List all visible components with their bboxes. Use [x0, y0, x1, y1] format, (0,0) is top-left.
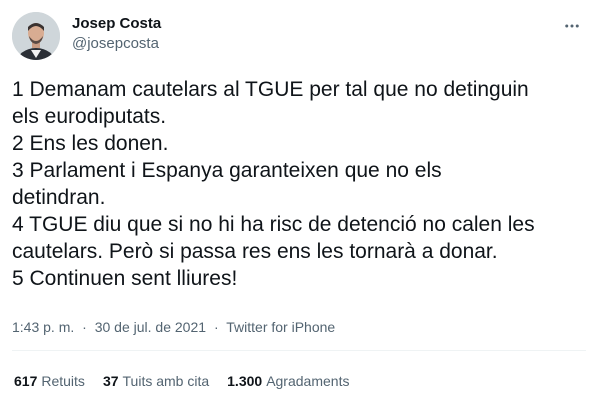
tweet-stats: 617 Retuits 37 Tuits amb cita 1.300 Agradam…	[14, 372, 367, 390]
tweet-time-link[interactable]: 1:43 p. m.	[12, 319, 74, 335]
user-info: Josep Costa @josepcosta	[72, 14, 161, 54]
tweet-date-link[interactable]: 30 de jul. de 2021	[95, 319, 206, 335]
tweet-card: Josep Costa @josepcosta 1 Demanam cautel…	[0, 0, 598, 400]
tweet-text: 1 Demanam cautelars al TGUE per tal que …	[12, 76, 586, 292]
quote-tweets-label: Tuits amb cita	[122, 373, 210, 389]
tweet-text-line: els eurodiputats.	[12, 105, 167, 128]
display-name[interactable]: Josep Costa	[72, 14, 161, 34]
more-horizontal-icon	[565, 24, 579, 28]
tweet-text-line: 5 Continuen sent lliures!	[12, 267, 238, 290]
tweet-text-line: 3 Parlament i Espanya garanteixen que no…	[12, 159, 442, 182]
meta-separator: ·	[213, 319, 219, 335]
tweet-text-line: 2 Ens les donen.	[12, 132, 169, 155]
likes-label: Agradaments	[266, 373, 350, 389]
user-handle[interactable]: @josepcosta	[72, 34, 161, 54]
avatar[interactable]	[12, 12, 60, 60]
retweets-stat[interactable]: 617 Retuits	[14, 372, 85, 390]
tweet-source-link[interactable]: Twitter for iPhone	[226, 319, 335, 335]
more-options-button[interactable]	[560, 14, 584, 38]
tweet-text-line: cautelars. Però si passa res ens les tor…	[12, 240, 498, 263]
divider	[12, 350, 586, 351]
quote-tweets-count: 37	[102, 373, 119, 389]
tweet-text-line: 1 Demanam cautelars al TGUE per tal que …	[12, 78, 529, 101]
user-avatar-icon	[12, 12, 60, 60]
quote-tweets-stat[interactable]: 37 Tuits amb cita	[103, 372, 209, 390]
likes-count: 1.300	[227, 373, 263, 389]
tweet-text-line: detindran.	[12, 186, 106, 209]
tweet-metadata: 1:43 p. m. · 30 de jul. de 2021 · Twitte…	[12, 318, 335, 336]
retweets-count: 617	[14, 373, 38, 389]
retweets-label: Retuits	[41, 373, 85, 389]
meta-separator: ·	[82, 319, 87, 335]
likes-stat[interactable]: 1.300 Agradaments	[227, 372, 349, 390]
tweet-text-line: 4 TGUE diu que si no hi ha risc de deten…	[12, 213, 535, 236]
